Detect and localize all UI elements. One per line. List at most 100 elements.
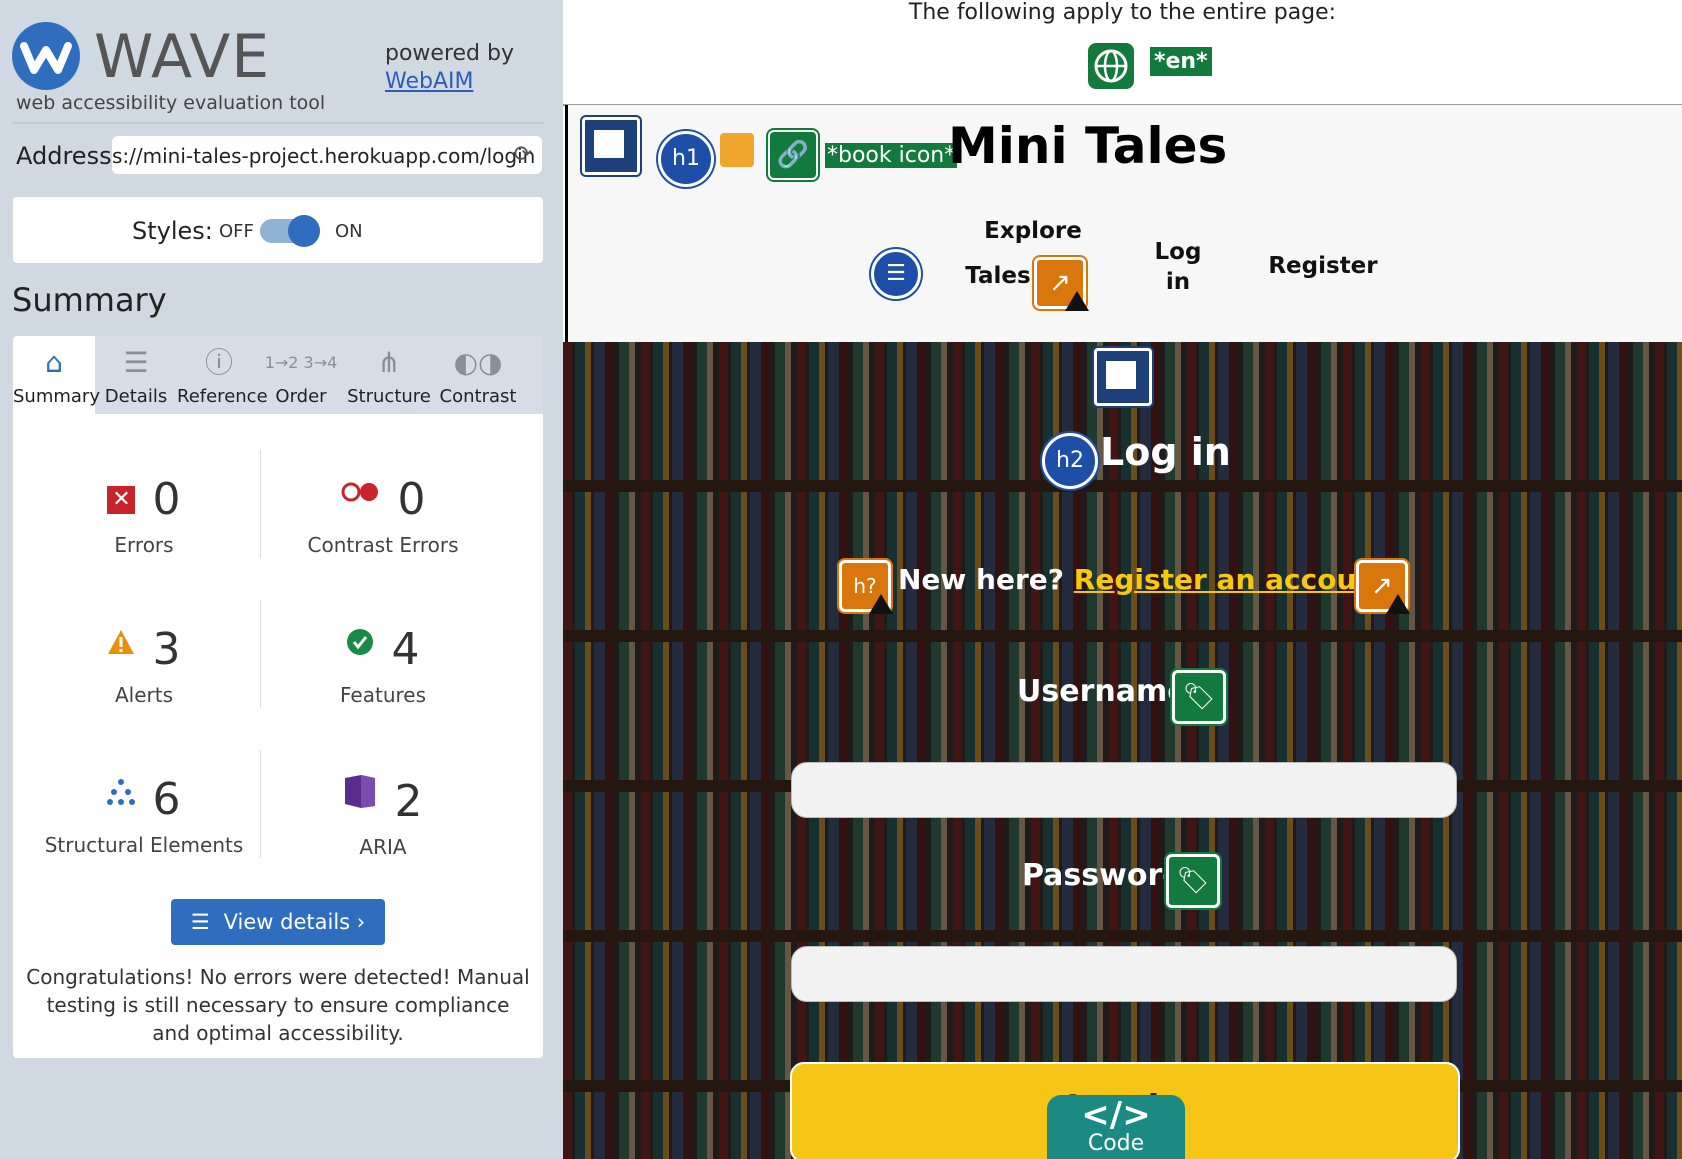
alert-triangle-icon <box>1386 594 1410 614</box>
tab-contrast[interactable]: ◐◑ Contrast <box>437 336 519 414</box>
tab-summary-label: Summary <box>13 386 100 407</box>
register-prompt: New here? Register an account <box>898 563 1390 596</box>
tab-structure-label: Structure <box>347 386 431 407</box>
home-icon: ⌂ <box>45 346 63 379</box>
tab-structure[interactable]: ⋔ Structure <box>341 336 437 414</box>
summary-title: Summary <box>12 281 167 319</box>
nav-tales[interactable]: Tales <box>963 263 1033 289</box>
page-preview: The following apply to the entire page: … <box>563 0 1682 1159</box>
stat-alerts[interactable]: 3 Alerts <box>29 624 259 707</box>
stat-aria[interactable]: 2 ARIA <box>268 774 498 859</box>
structural-count: 6 <box>152 774 181 825</box>
new-here-text: New here? <box>898 563 1065 596</box>
styles-toggle-panel: Styles: OFF ON <box>13 197 543 263</box>
header-landmark-icon[interactable] <box>582 117 640 175</box>
list-icon: ☰ <box>190 910 210 934</box>
summary-panel: ⌂ Summary ☰ Details ⓘ Reference 1→2 3→4 … <box>13 336 543 1058</box>
username-input[interactable] <box>791 762 1457 818</box>
alert-triangle-icon <box>1065 291 1089 311</box>
form-label-tag-icon[interactable]: 🏷 <box>1172 670 1226 724</box>
stat-contrast-errors[interactable]: 0 Contrast Errors <box>268 474 498 557</box>
alert-icon <box>107 628 135 656</box>
errors-label: Errors <box>114 533 174 557</box>
password-label: Password <box>1022 858 1184 893</box>
language-globe-icon[interactable] <box>1088 43 1134 89</box>
stat-divider <box>260 450 261 558</box>
features-count: 4 <box>391 624 420 675</box>
errors-count: 0 <box>152 474 181 525</box>
nav-login-line2[interactable]: in <box>1148 269 1208 295</box>
h1-icon[interactable]: h1 <box>658 131 714 187</box>
tab-order-label: Order <box>275 386 327 407</box>
page-wide-annotations: The following apply to the entire page: … <box>563 0 1682 106</box>
nav-explore[interactable]: Explore <box>983 218 1083 244</box>
stat-divider <box>260 600 261 708</box>
view-details-label: View details › <box>223 910 366 934</box>
structure-icon: ⋔ <box>377 346 401 379</box>
nav-register[interactable]: Register <box>1258 253 1388 279</box>
linked-image-icon[interactable]: 🔗 <box>768 130 818 180</box>
password-input[interactable] <box>791 946 1457 1002</box>
nav-login-line1[interactable]: Log <box>1148 239 1208 265</box>
main-landmark-icon[interactable] <box>1094 348 1152 406</box>
webaim-link[interactable]: WebAIM <box>385 69 473 94</box>
info-icon: ⓘ <box>204 346 233 379</box>
tab-contrast-label: Contrast <box>439 386 517 407</box>
stat-errors[interactable]: ✕ 0 Errors <box>29 474 259 557</box>
styles-on-label: ON <box>335 221 363 242</box>
wave-header: WAVE web accessibility evaluation tool p… <box>12 18 552 118</box>
code-panel-toggle[interactable]: </> Code <box>1047 1095 1185 1159</box>
address-bar: Address: s://mini-tales-project.herokuap… <box>12 136 544 176</box>
features-label: Features <box>340 683 426 707</box>
stat-structural[interactable]: 6 Structural Elements <box>29 774 259 857</box>
congrats-message: Congratulations! No errors were detected… <box>26 965 530 1045</box>
stat-features[interactable]: 4 Features <box>268 624 498 707</box>
alert-triangle-icon <box>869 594 893 614</box>
reload-icon[interactable]: ⟳ <box>514 142 532 167</box>
aria-count: 2 <box>394 776 423 827</box>
aria-label: ARIA <box>359 835 407 859</box>
code-label: Code <box>1087 1131 1145 1156</box>
list-icon: ☰ <box>123 346 149 379</box>
wave-subtitle: web accessibility evaluation tool <box>16 92 326 114</box>
tab-reference[interactable]: ⓘ Reference <box>177 336 268 414</box>
tab-order[interactable]: 1→2 3→4 Order <box>261 336 341 414</box>
code-icon: </> <box>1081 1095 1151 1135</box>
wave-sidebar: WAVE web accessibility evaluation tool p… <box>0 0 563 1159</box>
tab-summary[interactable]: ⌂ Summary <box>13 336 100 414</box>
site-header: h1 🔗 *book icon* Mini Tales ☰ Explore Ta… <box>565 105 1682 342</box>
tab-bar: ⌂ Summary ☰ Details ⓘ Reference 1→2 3→4 … <box>13 336 543 414</box>
error-icon: ✕ <box>107 486 136 514</box>
view-details-button[interactable]: ☰ View details › <box>171 899 385 945</box>
contrast-error-icon <box>340 478 380 506</box>
username-label: Username <box>1017 674 1188 709</box>
form-label-tag-icon[interactable]: 🏷 <box>1166 854 1220 908</box>
wave-logo-icon <box>12 22 80 90</box>
contrast-errors-label: Contrast Errors <box>307 533 459 557</box>
alerts-count: 3 <box>152 624 181 675</box>
contrast-icon: ◐◑ <box>453 346 503 379</box>
styles-toggle[interactable] <box>260 215 320 247</box>
language-badge: *en* <box>1150 47 1212 76</box>
styles-label: Styles: <box>132 217 213 245</box>
address-value[interactable]: s://mini-tales-project.herokuapp.com/log… <box>112 144 535 168</box>
list-icon[interactable]: ☰ <box>871 249 921 299</box>
structure-stat-icon <box>107 778 136 806</box>
stat-divider <box>260 750 261 858</box>
toggle-knob[interactable] <box>288 215 320 247</box>
register-link[interactable]: Register an account <box>1074 563 1390 596</box>
header-divider <box>12 122 544 124</box>
site-title[interactable]: Mini Tales <box>948 117 1227 175</box>
entire-page-note: The following apply to the entire page: <box>908 0 1337 25</box>
h2-icon[interactable]: h2 <box>1042 433 1098 489</box>
powered-by: powered by WebAIM <box>385 40 514 96</box>
login-heading: Log in <box>1100 430 1231 474</box>
address-label: Address: <box>16 142 120 170</box>
structural-label: Structural Elements <box>44 833 244 857</box>
tab-reference-label: Reference <box>177 386 268 407</box>
address-input[interactable]: s://mini-tales-project.herokuapp.com/log… <box>112 136 542 174</box>
feature-check-icon <box>346 628 374 656</box>
tab-details-label: Details <box>104 386 168 407</box>
powered-by-text: powered by <box>385 41 514 66</box>
tab-details[interactable]: ☰ Details <box>95 336 177 414</box>
